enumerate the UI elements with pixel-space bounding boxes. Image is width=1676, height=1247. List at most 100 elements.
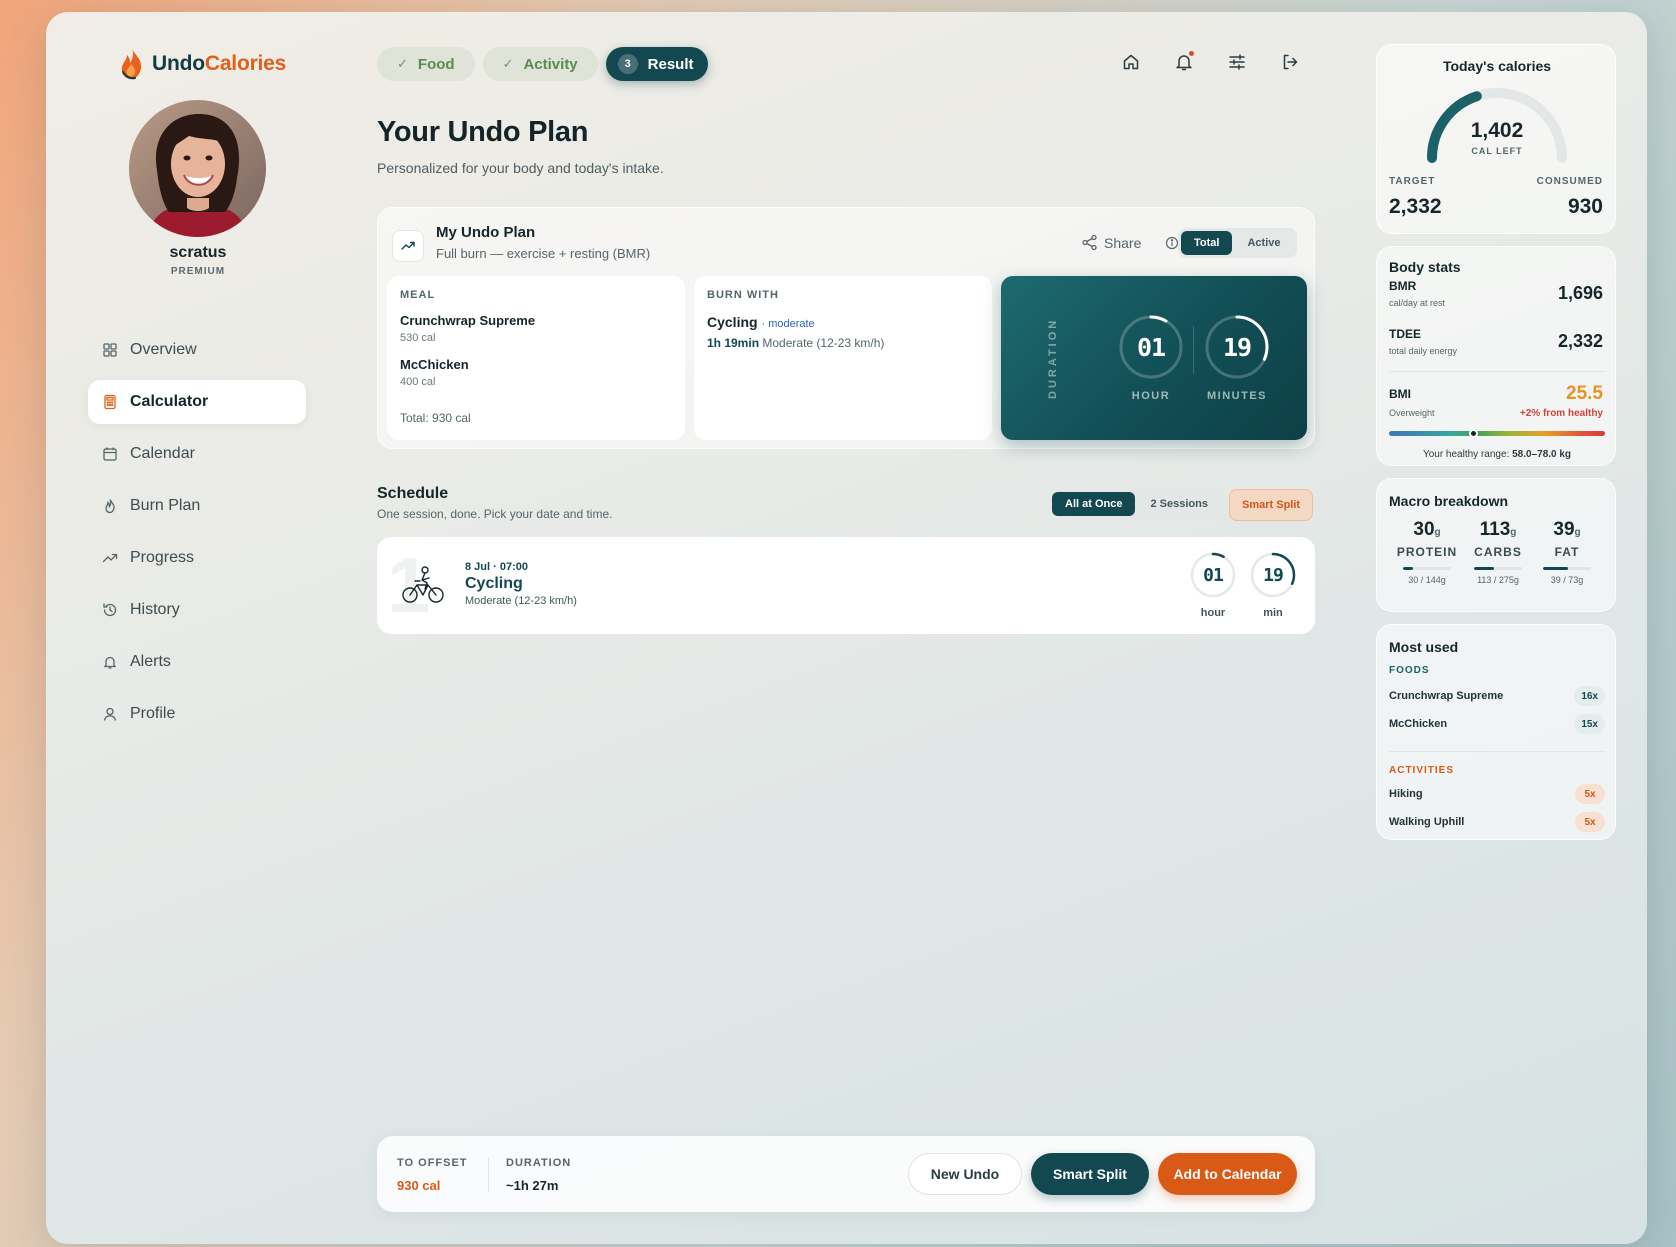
sidebar-item-label: Burn Plan bbox=[130, 497, 201, 514]
list-item[interactable]: Walking Uphill 5x bbox=[1389, 811, 1605, 833]
step-activity[interactable]: ✓ Activity bbox=[482, 47, 598, 81]
burn-intensity: · moderate bbox=[761, 318, 815, 330]
bmi-label: BMI bbox=[1389, 387, 1411, 401]
macro-bar bbox=[1403, 567, 1451, 570]
smart-split-chip[interactable]: Smart Split bbox=[1229, 489, 1314, 521]
session-minutes: 19 bbox=[1263, 564, 1284, 586]
consumed-label: CONSUMED bbox=[1536, 176, 1603, 187]
sidebar-item-label: Profile bbox=[130, 705, 176, 722]
macro-bar bbox=[1543, 567, 1591, 570]
macro-bar bbox=[1474, 567, 1522, 570]
list-item[interactable]: McChicken 15x bbox=[1389, 713, 1605, 735]
most-used-card: Most used FOODS Crunchwrap Supreme 16x Mc… bbox=[1376, 624, 1616, 840]
page-title: Your Undo Plan bbox=[377, 116, 589, 148]
card-title: Macro breakdown bbox=[1389, 493, 1509, 509]
avatar[interactable] bbox=[129, 100, 266, 237]
new-undo-button[interactable]: New Undo bbox=[908, 1153, 1022, 1195]
calculator-icon bbox=[104, 394, 116, 410]
session-hours-label: hour bbox=[1200, 607, 1226, 619]
offset-label: TO OFFSET bbox=[397, 1157, 468, 1169]
share-icon bbox=[1082, 234, 1097, 251]
logout-icon bbox=[1283, 54, 1298, 70]
hours-value: 01 bbox=[1136, 332, 1166, 362]
activities-label: ACTIVITIES bbox=[1389, 765, 1455, 776]
notifications-button[interactable] bbox=[1174, 51, 1194, 72]
foods-label: FOODS bbox=[1389, 665, 1430, 676]
duration-label: DURATION bbox=[1047, 317, 1059, 399]
smart-split-button[interactable]: Smart Split bbox=[1031, 1153, 1149, 1195]
sidebar-item-calendar[interactable]: Calendar bbox=[88, 432, 306, 476]
bmr-label: BMR bbox=[1389, 279, 1417, 293]
toggle-total[interactable]: Total bbox=[1181, 231, 1233, 255]
step-food[interactable]: ✓ Food bbox=[377, 47, 475, 81]
target-label: TARGET bbox=[1389, 176, 1436, 187]
meal-label: MEAL bbox=[400, 289, 436, 301]
grid-icon bbox=[103, 343, 117, 357]
consumed-value: 930 bbox=[1567, 195, 1603, 218]
healthy-range: Your healthy range: 58.0–78.0 kg bbox=[1422, 449, 1572, 460]
toggle-active[interactable]: Active bbox=[1234, 231, 1293, 255]
macro-carbs: 113g CARBS 113 / 275g bbox=[1463, 519, 1533, 585]
mode-all-at-once[interactable]: All at Once bbox=[1052, 492, 1136, 516]
target-value: 2,332 bbox=[1389, 195, 1442, 218]
card-title: Body stats bbox=[1389, 259, 1461, 275]
sidebar-item-profile[interactable]: Profile bbox=[88, 692, 306, 736]
meal-item-name: Crunchwrap Supreme bbox=[400, 313, 536, 328]
count-badge: 15x bbox=[1574, 714, 1605, 734]
card-title: Most used bbox=[1389, 639, 1459, 655]
trend-icon bbox=[401, 241, 415, 250]
notification-dot bbox=[1189, 51, 1194, 56]
bmr-sub: cal/day at rest bbox=[1389, 298, 1446, 308]
sidebar-item-alerts[interactable]: Alerts bbox=[88, 640, 306, 684]
session-card[interactable]: 1 8 Jul · 07:00 Cycling Moderate (12-23 … bbox=[377, 537, 1315, 634]
macro-value: 30g bbox=[1413, 519, 1441, 540]
bmi-note: +2% from healthy bbox=[1519, 408, 1603, 419]
card-title: Today's calories bbox=[1442, 58, 1552, 74]
share-label: Share bbox=[1104, 234, 1142, 251]
body-stats-card: Body stats BMR cal/day at rest 1,696 TDE… bbox=[1376, 246, 1616, 466]
macro-value: 113g bbox=[1479, 519, 1517, 540]
calendar-icon bbox=[103, 447, 117, 461]
burn-panel: BURN WITH Cycling · moderate 1h 19min Mo… bbox=[694, 276, 992, 440]
list-item[interactable]: Crunchwrap Supreme 16x bbox=[1389, 685, 1605, 707]
sidebar-item-history[interactable]: History bbox=[88, 588, 306, 632]
bmi-marker bbox=[1469, 429, 1478, 438]
bmi-scale bbox=[1389, 431, 1605, 436]
avatar-portrait-icon bbox=[129, 100, 266, 237]
sidebar-item-label: Calendar bbox=[130, 445, 195, 462]
list-item[interactable]: Hiking 5x bbox=[1389, 783, 1605, 805]
logout-button[interactable] bbox=[1280, 52, 1300, 72]
burn-label: BURN WITH bbox=[707, 289, 779, 301]
meal-panel: MEAL Crunchwrap Supreme 530 cal McChicke… bbox=[387, 276, 685, 440]
step-label: Food bbox=[417, 55, 455, 73]
sidebar-item-calculator[interactable]: Calculator bbox=[88, 380, 306, 424]
brand-name: UndoCalories bbox=[152, 52, 287, 75]
plan-card: My Undo Plan Full burn — exercise + rest… bbox=[377, 207, 1315, 449]
burn-mode-toggle: Total Active bbox=[1178, 228, 1297, 258]
step-result[interactable]: 3 Result bbox=[605, 47, 708, 81]
add-to-calendar-button[interactable]: Add to Calendar bbox=[1158, 1153, 1297, 1195]
tdee-value: 2,332 bbox=[1557, 331, 1603, 351]
calories-left: 1,402 bbox=[1470, 119, 1524, 142]
session-minutes-label: min bbox=[1263, 607, 1283, 619]
macro-name: FAT bbox=[1554, 545, 1580, 559]
plan-title: My Undo Plan bbox=[436, 224, 536, 241]
divider bbox=[1389, 371, 1605, 372]
schedule-title: Schedule bbox=[377, 485, 449, 502]
mode-two-sessions[interactable]: 2 Sessions bbox=[1137, 492, 1220, 516]
macro-name: PROTEIN bbox=[1396, 545, 1458, 559]
sidebar-item-overview[interactable]: Overview bbox=[88, 328, 306, 372]
divider bbox=[1389, 751, 1605, 752]
meal-total: Total: 930 cal bbox=[400, 411, 471, 425]
home-button[interactable] bbox=[1121, 52, 1141, 72]
info-icon[interactable] bbox=[1165, 236, 1179, 250]
sidebar-item-label: Overview bbox=[130, 341, 197, 358]
divider bbox=[488, 1158, 489, 1192]
filters-button[interactable] bbox=[1227, 52, 1247, 72]
bmr-value: 1,696 bbox=[1557, 283, 1603, 303]
brand-logo[interactable]: UndoCalories bbox=[118, 46, 286, 82]
sidebar-item-progress[interactable]: Progress bbox=[88, 536, 306, 580]
sidebar-item-burn-plan[interactable]: Burn Plan bbox=[88, 484, 306, 528]
share-button[interactable]: Share bbox=[1081, 234, 1141, 251]
divider bbox=[1193, 326, 1194, 374]
